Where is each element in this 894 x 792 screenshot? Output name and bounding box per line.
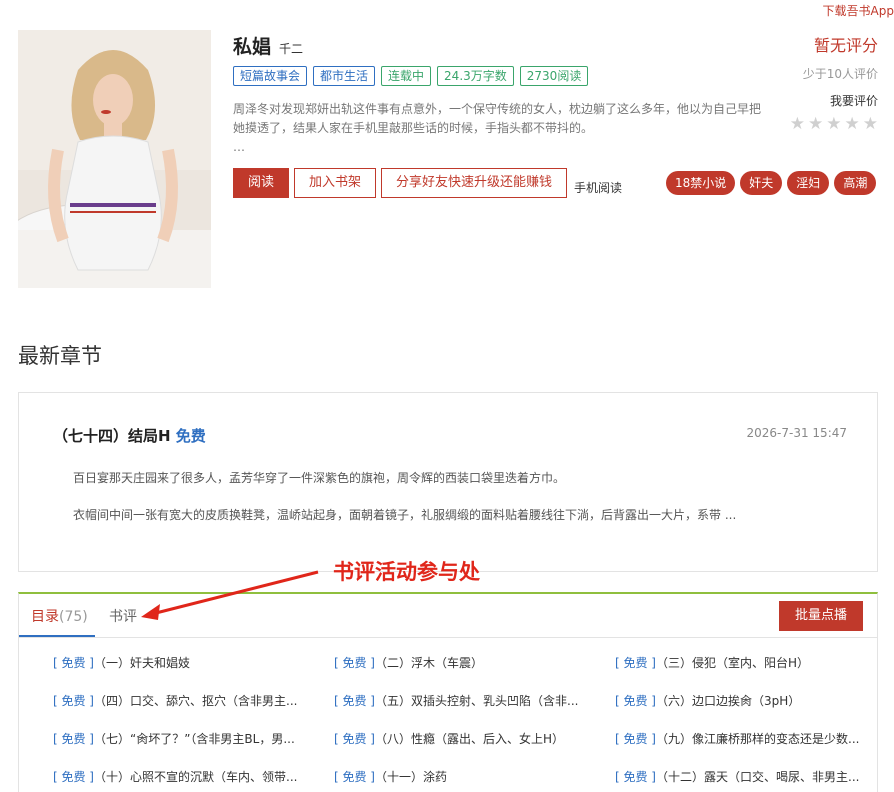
description-ellipsis: …	[233, 140, 245, 154]
free-tag: [ 免费 ]	[334, 656, 375, 670]
latest-chapter-title-row[interactable]: （七十四）结局H 免费	[53, 425, 206, 446]
chapter-list-item[interactable]: [ 免费 ]（十一）涂药	[334, 768, 447, 785]
latest-chapter-excerpt: 百日宴那天庄园来了很多人，孟芳华穿了一件深紫色的旗袍，周令辉的西装口袋里迭着方巾…	[73, 471, 566, 485]
free-tag: [ 免费 ]	[53, 732, 94, 746]
tag-genre[interactable]: 短篇故事会	[233, 66, 308, 86]
star-icon[interactable]: ★	[826, 115, 841, 133]
tab-toc-count: (75)	[59, 609, 88, 625]
chapter-title: （十二）露天（口交、喝尿、非男主...	[656, 770, 860, 784]
chapter-title: （四）口交、舔穴、抠穴（含非男主...	[94, 694, 298, 708]
keyword-pills: 18禁小说 奸夫 淫妇 高潮	[666, 171, 877, 195]
book-cover-image	[18, 30, 211, 288]
star-icon[interactable]: ★	[845, 115, 860, 133]
action-bar: 阅读 加入书架 分享好友快速升级还能赚钱 手机阅读	[233, 168, 622, 198]
chapter-title: （六）边口边挨肏（3pH）	[656, 694, 801, 708]
active-tab-indicator	[19, 635, 95, 637]
tag-read-count: 2730阅读	[519, 66, 589, 86]
chapter-list-item[interactable]: [ 免费 ]（二）浮木（车震）	[334, 654, 483, 671]
free-tag: [ 免费 ]	[334, 732, 375, 746]
chapter-title: （三）侵犯（室内、阳台H）	[656, 656, 810, 670]
free-tag: [ 免费 ]	[334, 770, 375, 784]
star-icon[interactable]: ★	[808, 115, 823, 133]
download-app-link[interactable]: 下载吾书App	[823, 2, 894, 19]
tag-category[interactable]: 都市生活	[313, 66, 376, 86]
free-tag: [ 免费 ]	[615, 694, 656, 708]
chapter-title: （八）性瘾（露出、后入、女上H）	[375, 732, 565, 746]
tab-toc-label: 目录	[31, 609, 59, 625]
toc-tab-bar: 目录(75) 书评 批量点播	[19, 594, 877, 638]
cover-illustration	[18, 30, 211, 288]
chapter-list-item[interactable]: [ 免费 ]（八）性瘾（露出、后入、女上H）	[334, 730, 564, 747]
free-tag: [ 免费 ]	[53, 694, 94, 708]
free-tag: [ 免费 ]	[53, 770, 94, 784]
star-rating-input: ★ ★ ★ ★ ★	[790, 115, 878, 133]
tab-reviews[interactable]: 书评	[109, 606, 137, 626]
latest-chapter-excerpt: 衣帽间中间一张有宽大的皮质换鞋凳，温峤站起身，面朝着镜子，礼服绸缎的面料贴着腰线…	[73, 508, 737, 522]
free-tag: [ 免费 ]	[615, 732, 656, 746]
free-badge: 免费	[175, 427, 206, 445]
tag-word-count: 24.3万字数	[437, 66, 514, 86]
chapter-list-item[interactable]: [ 免费 ]（五）双插头控射、乳头凹陷（含非...	[334, 692, 578, 709]
rating-score: 暂无评分	[813, 36, 878, 55]
chapter-title: （十）心照不宣的沉默（车内、领带...	[94, 770, 298, 784]
add-to-shelf-button[interactable]: 加入书架	[294, 168, 377, 198]
keyword-pill[interactable]: 高潮	[834, 171, 877, 195]
chapter-list-item[interactable]: [ 免费 ]（七）“肏坏了？”（含非男主BL，男...	[53, 730, 295, 747]
chapter-title: （九）像江廉桥那样的变态还是少数...	[656, 732, 860, 746]
bulk-purchase-button[interactable]: 批量点播	[778, 601, 863, 631]
book-tags: 短篇故事会 都市生活 连载中 24.3万字数 2730阅读	[233, 66, 589, 86]
chapter-title: （五）双插头控射、乳头凹陷（含非...	[375, 694, 579, 708]
star-icon[interactable]: ★	[790, 115, 805, 133]
book-author[interactable]: 千二	[279, 40, 303, 57]
description-text: 周泽冬对发现郑妍出轨这件事有点意外，一个保守传统的女人，枕边躺了这么多年，他以为…	[233, 102, 762, 135]
latest-chapter-heading: 最新章节	[18, 344, 102, 368]
free-tag: [ 免费 ]	[615, 770, 656, 784]
chapter-list-item[interactable]: [ 免费 ]（三）侵犯（室内、阳台H）	[615, 654, 809, 671]
share-button[interactable]: 分享好友快速升级还能赚钱	[381, 168, 568, 198]
keyword-pill[interactable]: 18禁小说	[666, 171, 736, 195]
chapter-title: （十一）涂药	[375, 770, 448, 784]
chapter-list-item[interactable]: [ 免费 ]（十二）露天（口交、喝尿、非男主...	[615, 768, 859, 785]
book-description: 周泽冬对发现郑妍出轨这件事有点意外，一个保守传统的女人，枕边躺了这么多年，他以为…	[233, 100, 763, 157]
chapter-title: （二）浮木（车震）	[375, 656, 484, 670]
free-tag: [ 免费 ]	[334, 694, 375, 708]
read-button[interactable]: 阅读	[233, 168, 290, 198]
keyword-pill[interactable]: 奸夫	[740, 171, 783, 195]
chapter-list-item[interactable]: [ 免费 ]（六）边口边挨肏（3pH）	[615, 692, 800, 709]
tab-toc[interactable]: 目录(75)	[31, 606, 88, 626]
tag-status: 连载中	[381, 66, 432, 86]
rating-count: 少于10人评价	[802, 67, 878, 81]
latest-chapter-time: 2026-7-31 15:47	[746, 426, 848, 440]
chapter-list-item[interactable]: [ 免费 ]（一）奸夫和娼妓	[53, 654, 190, 671]
my-rating-label: 我要评价	[829, 94, 878, 108]
keyword-pill[interactable]: 淫妇	[787, 171, 830, 195]
annotation-label: 书评活动参与处	[333, 560, 480, 584]
book-title-row: 私娼 千二	[233, 32, 303, 59]
star-icon[interactable]: ★	[863, 115, 878, 133]
book-title: 私娼	[233, 36, 272, 58]
chapter-list-item[interactable]: [ 免费 ]（十）心照不宣的沉默（车内、领带...	[53, 768, 297, 785]
chapter-list-item[interactable]: [ 免费 ]（九）像江廉桥那样的变态还是少数...	[615, 730, 859, 747]
latest-chapter-card: （七十四）结局H 免费 2026-7-31 15:47 百日宴那天庄园来了很多人…	[18, 392, 878, 572]
chapter-list-item[interactable]: [ 免费 ]（四）口交、舔穴、抠穴（含非男主...	[53, 692, 297, 709]
free-tag: [ 免费 ]	[53, 656, 94, 670]
rating-panel: 暂无评分 少于10人评价 我要评价 ★ ★ ★ ★ ★	[790, 32, 878, 133]
toc-panel: 目录(75) 书评 批量点播 [ 免费 ]（一）奸夫和娼妓 [ 免费 ]（二）浮…	[18, 592, 878, 792]
mobile-read-link[interactable]: 手机阅读	[574, 179, 622, 196]
chapter-title: （一）奸夫和娼妓	[94, 656, 191, 670]
free-tag: [ 免费 ]	[615, 656, 656, 670]
latest-chapter-title[interactable]: （七十四）结局H	[53, 427, 171, 445]
chapter-title: （七）“肏坏了？”（含非男主BL，男...	[94, 732, 295, 746]
